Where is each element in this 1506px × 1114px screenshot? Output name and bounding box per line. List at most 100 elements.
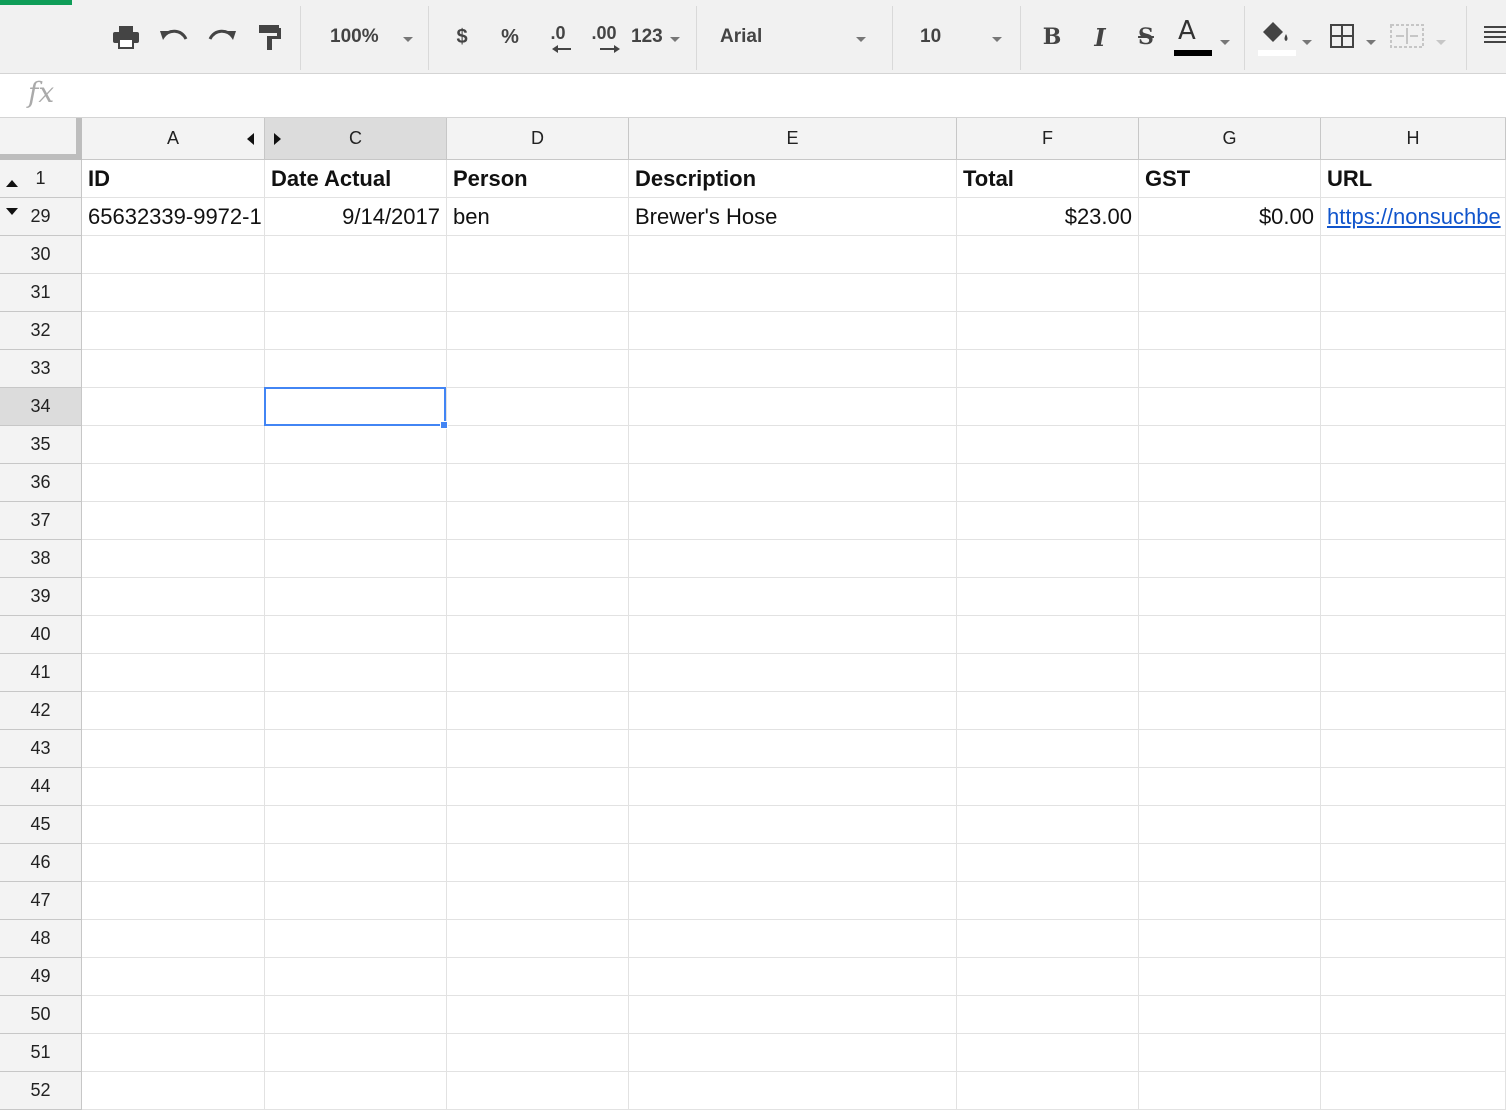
table-cell-total[interactable]: $23.00 [957,198,1139,236]
table-cell[interactable] [957,958,1139,996]
table-cell[interactable] [447,958,629,996]
row-header-34[interactable]: 34 [0,388,82,426]
table-header-cell-url[interactable]: URL [1321,160,1506,198]
table-cell[interactable] [1321,388,1506,426]
row-header-40[interactable]: 40 [0,616,82,654]
table-cell[interactable] [1321,844,1506,882]
table-cell-gst[interactable]: $0.00 [1139,198,1321,236]
table-cell[interactable] [629,768,957,806]
table-cell[interactable] [265,654,447,692]
table-cell[interactable] [82,996,265,1034]
row-header-35[interactable]: 35 [0,426,82,464]
table-cell[interactable] [1139,958,1321,996]
row-header-51[interactable]: 51 [0,1034,82,1072]
table-cell[interactable] [265,578,447,616]
font-family-select[interactable]: Arial [706,14,886,60]
table-cell[interactable] [957,616,1139,654]
table-cell[interactable] [1321,540,1506,578]
table-cell[interactable] [1139,312,1321,350]
table-cell[interactable] [957,654,1139,692]
row-header-39[interactable]: 39 [0,578,82,616]
table-cell[interactable] [1139,388,1321,426]
row-header-1[interactable]: 1 [0,160,82,198]
table-cell[interactable] [1139,654,1321,692]
table-cell[interactable] [1321,996,1506,1034]
table-cell[interactable] [629,996,957,1034]
row-header-47[interactable]: 47 [0,882,82,920]
table-cell[interactable] [1321,882,1506,920]
table-cell[interactable] [629,426,957,464]
table-cell[interactable] [447,236,629,274]
table-cell[interactable] [82,882,265,920]
table-cell[interactable] [1321,1072,1506,1110]
table-cell[interactable] [957,1072,1139,1110]
table-cell[interactable] [629,920,957,958]
table-cell[interactable] [957,274,1139,312]
table-cell[interactable] [447,1034,629,1072]
expand-hidden-columns-right-icon[interactable] [274,133,281,145]
collapse-rows-up-icon[interactable] [6,180,18,187]
table-cell[interactable] [957,920,1139,958]
table-cell[interactable] [82,388,265,426]
table-cell[interactable] [1321,236,1506,274]
table-cell[interactable] [82,312,265,350]
undo-button[interactable] [152,14,196,60]
row-header-45[interactable]: 45 [0,806,82,844]
table-cell[interactable] [629,350,957,388]
table-cell[interactable] [265,616,447,654]
formula-input[interactable] [75,78,1479,114]
table-cell[interactable] [1321,274,1506,312]
table-cell[interactable] [265,844,447,882]
table-cell[interactable] [265,312,447,350]
table-cell[interactable] [1139,236,1321,274]
row-header-29[interactable]: 29 [0,198,82,236]
more-formats-button[interactable]: 123 [628,14,688,60]
table-cell[interactable] [957,350,1139,388]
table-cell[interactable] [1139,350,1321,388]
table-cell[interactable] [1321,768,1506,806]
table-cell[interactable] [447,806,629,844]
table-cell[interactable] [265,920,447,958]
table-header-cell-gst[interactable]: GST [1139,160,1321,198]
column-header-a[interactable]: A [82,118,265,160]
table-cell[interactable] [82,806,265,844]
table-cell[interactable] [265,958,447,996]
table-header-cell-id[interactable]: ID [82,160,265,198]
table-cell[interactable] [447,730,629,768]
table-cell[interactable] [447,312,629,350]
table-cell[interactable] [82,502,265,540]
table-cell[interactable] [629,1034,957,1072]
table-cell[interactable] [82,274,265,312]
table-cell[interactable] [629,844,957,882]
table-cell[interactable] [629,578,957,616]
table-cell[interactable] [447,654,629,692]
table-cell-description[interactable]: Brewer's Hose [629,198,957,236]
table-cell[interactable] [265,730,447,768]
row-header-42[interactable]: 42 [0,692,82,730]
table-cell[interactable] [1139,844,1321,882]
select-all-corner[interactable] [0,118,82,160]
table-cell[interactable] [1139,464,1321,502]
table-cell[interactable] [265,768,447,806]
column-header-f[interactable]: F [957,118,1139,160]
table-cell[interactable] [265,274,447,312]
table-cell[interactable] [957,768,1139,806]
table-cell[interactable] [1139,882,1321,920]
table-cell[interactable] [447,464,629,502]
table-cell[interactable] [957,882,1139,920]
table-cell[interactable] [1321,806,1506,844]
table-cell[interactable] [629,312,957,350]
table-cell[interactable] [447,882,629,920]
table-cell[interactable] [957,578,1139,616]
table-cell[interactable] [1139,920,1321,958]
table-cell[interactable] [265,1072,447,1110]
table-cell[interactable] [1321,426,1506,464]
expand-hidden-columns-left-icon[interactable] [247,133,254,145]
table-cell[interactable] [1321,616,1506,654]
table-cell[interactable] [1321,692,1506,730]
table-cell[interactable] [1139,616,1321,654]
table-cell[interactable] [82,1034,265,1072]
text-color-button[interactable]: A [1170,14,1232,60]
table-cell[interactable] [265,426,447,464]
table-cell[interactable] [447,388,629,426]
